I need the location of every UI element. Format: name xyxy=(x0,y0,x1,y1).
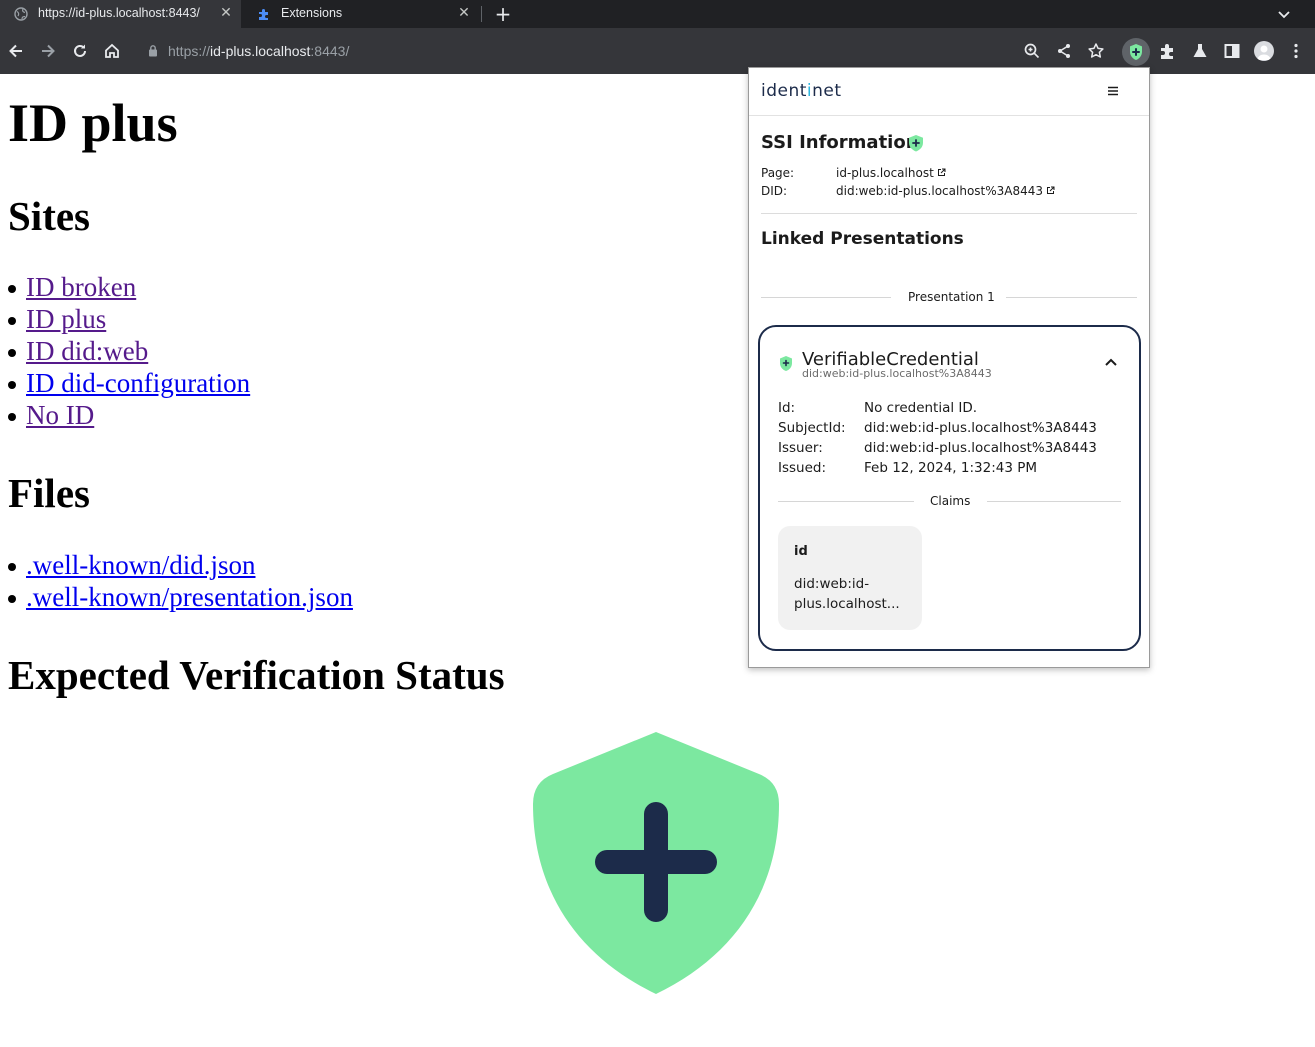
url-scheme: https:// xyxy=(168,43,211,59)
lock-icon[interactable] xyxy=(148,44,158,57)
separator-line xyxy=(778,501,914,502)
site-link-id-broken[interactable]: ID broken xyxy=(26,271,136,303)
page-title: ID plus xyxy=(8,93,178,153)
tab-title: Extensions xyxy=(281,6,343,20)
url-port: :8443/ xyxy=(310,43,350,59)
credential-issuer-label: Issuer: xyxy=(778,440,823,456)
person-icon xyxy=(1257,45,1271,60)
popup-header: identinet xyxy=(749,68,1149,116)
claim-value: did:web:id-plus.localhost... xyxy=(794,576,900,612)
external-link-icon xyxy=(937,168,946,176)
site-link-no-id[interactable]: No ID xyxy=(26,399,94,431)
profile-avatar[interactable] xyxy=(1254,41,1274,61)
logo-text-start: ident xyxy=(761,81,807,101)
url-host: id-plus.localhost xyxy=(210,43,311,59)
page-label: Page: xyxy=(761,166,795,180)
credential-subtitle: did:web:id-plus.localhost%3A8443 xyxy=(802,367,992,380)
shield-plus-icon xyxy=(533,732,779,994)
page-value: id-plus.localhost xyxy=(836,166,934,180)
files-heading: Files xyxy=(8,470,90,516)
credential-subject-value: did:web:id-plus.localhost%3A8443 xyxy=(864,420,1097,436)
claim-key: id xyxy=(794,544,808,559)
credential-id-label: Id: xyxy=(778,400,796,416)
labs-flask-icon[interactable] xyxy=(1190,41,1210,61)
tab-title: https://id-plus.localhost:8443/ xyxy=(38,6,200,20)
site-link-id-did-configuration[interactable]: ID did-configuration xyxy=(26,367,250,399)
logo-text-end: net xyxy=(812,81,842,101)
forward-icon[interactable] xyxy=(38,41,58,61)
site-link-id-did-web[interactable]: ID did:web xyxy=(26,335,148,367)
globe-icon xyxy=(14,7,28,21)
identinet-extension-button[interactable] xyxy=(1122,38,1150,66)
separator-line xyxy=(1006,297,1137,298)
file-link-presentation-json[interactable]: .well-known/presentation.json xyxy=(26,581,353,613)
tab-search-chevron-icon[interactable] xyxy=(1274,4,1294,24)
external-link-icon xyxy=(1047,186,1055,194)
back-icon[interactable] xyxy=(6,41,26,61)
identinet-popup: identinet SSI Information Page: id-plus.… xyxy=(748,67,1150,668)
separator-line xyxy=(761,297,891,298)
separator-line xyxy=(987,501,1121,502)
kebab-menu-icon[interactable] xyxy=(1286,41,1306,61)
did-label: DID: xyxy=(761,184,788,198)
tab-separator xyxy=(481,6,482,22)
address-bar[interactable]: https://id-plus.localhost:8443/ xyxy=(136,35,1116,67)
credential-issued-label: Issued: xyxy=(778,460,827,476)
hamburger-menu-icon[interactable] xyxy=(1106,84,1120,98)
credential-subject-label: SubjectId: xyxy=(778,420,846,436)
sites-heading: Sites xyxy=(8,193,90,239)
tab-close-icon[interactable]: ✕ xyxy=(219,6,233,20)
new-tab-button[interactable]: + xyxy=(494,4,512,24)
presentation-label: Presentation 1 xyxy=(908,290,995,304)
chevron-up-icon[interactable] xyxy=(1104,357,1118,367)
verified-shield-icon xyxy=(909,135,923,152)
identinet-logo: identinet xyxy=(761,81,842,101)
tab-strip: https://id-plus.localhost:8443/ ✕ Extens… xyxy=(0,0,1315,28)
tab-extensions[interactable]: Extensions ✕ xyxy=(243,0,479,28)
credential-id-value: No credential ID. xyxy=(864,400,978,416)
did-link[interactable]: did:web:id-plus.localhost%3A8443 xyxy=(836,184,1055,198)
file-link-did-json[interactable]: .well-known/did.json xyxy=(26,549,256,581)
home-icon[interactable] xyxy=(102,41,122,61)
credential-issuer-value: did:web:id-plus.localhost%3A8443 xyxy=(864,440,1097,456)
status-heading: Expected Verification Status xyxy=(8,652,505,698)
site-link-id-plus[interactable]: ID plus xyxy=(26,303,106,335)
identinet-extension-icon xyxy=(1130,44,1142,60)
url-text[interactable]: https://id-plus.localhost:8443/ xyxy=(168,43,349,59)
did-value: did:web:id-plus.localhost%3A8443 xyxy=(836,184,1044,198)
claim-card[interactable]: id did:web:id-plus.localhost... xyxy=(778,526,922,630)
tab-close-icon[interactable]: ✕ xyxy=(457,6,471,20)
reload-icon[interactable] xyxy=(70,41,90,61)
section-divider xyxy=(761,213,1137,214)
ssi-information-title: SSI Information xyxy=(761,132,919,153)
bookmark-star-icon[interactable] xyxy=(1086,41,1106,61)
verified-shield-icon xyxy=(780,356,792,371)
credential-issued-value: Feb 12, 2024, 1:32:43 PM xyxy=(864,460,1038,476)
credential-card: VerifiableCredential did:web:id-plus.loc… xyxy=(758,325,1141,651)
share-icon[interactable] xyxy=(1054,41,1074,61)
claims-label: Claims xyxy=(930,494,971,508)
linked-presentations-title: Linked Presentations xyxy=(761,229,964,249)
tab-id-plus[interactable]: https://id-plus.localhost:8443/ ✕ xyxy=(0,0,241,28)
page-link[interactable]: id-plus.localhost xyxy=(836,166,946,180)
puzzle-icon xyxy=(259,9,268,20)
side-panel-icon[interactable] xyxy=(1222,41,1242,61)
zoom-icon[interactable] xyxy=(1022,41,1042,61)
extensions-puzzle-icon[interactable] xyxy=(1158,41,1178,61)
